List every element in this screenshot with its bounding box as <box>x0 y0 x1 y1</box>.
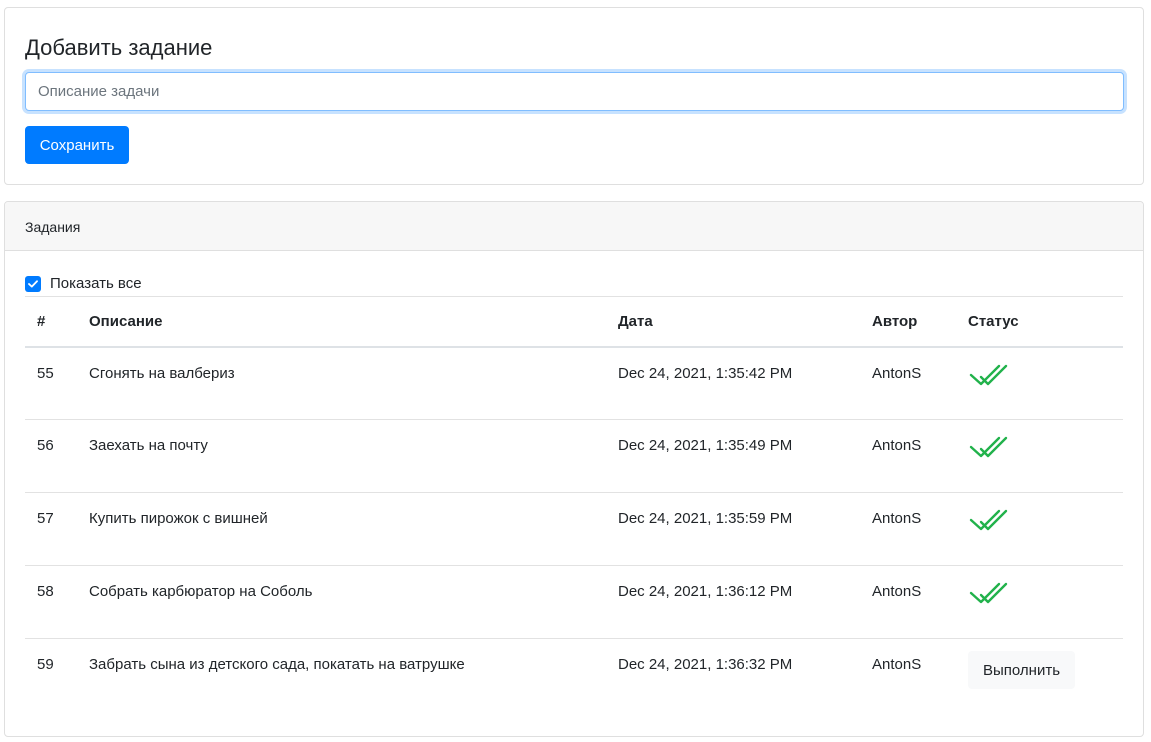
task-description: Сгонять на валбериз <box>77 346 606 420</box>
task-date: Dec 24, 2021, 1:35:59 PM <box>606 492 860 566</box>
column-header-description: Описание <box>77 296 606 348</box>
task-description: Купить пирожок с вишней <box>77 492 606 566</box>
show-all-toggle[interactable]: Показать все <box>25 275 142 292</box>
task-date: Dec 24, 2021, 1:35:42 PM <box>606 346 860 420</box>
task-description-input[interactable] <box>25 72 1124 111</box>
table-header-row: # Описание Дата Автор Статус <box>25 296 1123 348</box>
tasks-table: # Описание Дата Автор Статус 55 Сгонять н… <box>25 296 1123 712</box>
column-header-num: # <box>25 296 77 348</box>
double-check-icon <box>969 364 1008 385</box>
column-header-author: Автор <box>860 296 956 348</box>
task-author: AntonS <box>860 565 956 639</box>
task-status <box>956 346 1123 420</box>
check-icon <box>28 279 38 287</box>
double-check-icon <box>969 436 1008 458</box>
tasks-header-title: Задания <box>25 219 81 235</box>
column-header-status: Статус <box>956 296 1123 348</box>
task-status <box>956 565 1123 639</box>
table-row: 57 Купить пирожок с вишней Dec 24, 2021, 1… <box>25 492 1123 566</box>
task-author: AntonS <box>860 346 956 420</box>
task-status: Выполнить <box>956 639 1123 712</box>
double-check-icon <box>969 509 1008 531</box>
task-status <box>956 419 1123 493</box>
task-date: Dec 24, 2021, 1:36:32 PM <box>618 656 793 673</box>
task-num: 55 <box>25 346 77 420</box>
task-num: 57 <box>25 492 77 566</box>
task-date: Dec 24, 2021, 1:36:12 PM <box>606 565 860 639</box>
task-num: 59 <box>37 656 54 673</box>
add-task-card: Добавить задание Сохранить <box>4 7 1144 185</box>
double-check-icon <box>969 582 1008 604</box>
task-description: Заехать на почту <box>77 419 606 493</box>
table-row: 55 Сгонять на валбериз Dec 24, 2021, 1:35:… <box>25 346 1123 420</box>
show-all-checkbox[interactable] <box>25 275 41 292</box>
complete-task-button[interactable]: Выполнить <box>968 651 1075 689</box>
add-task-title: Добавить задание <box>25 35 213 60</box>
task-num: 58 <box>25 565 77 639</box>
task-author: AntonS <box>872 656 922 673</box>
show-all-label: Показать все <box>50 275 142 292</box>
task-author: AntonS <box>860 492 956 566</box>
tasks-card: Задания Показать все # Описание Дата Авт… <box>4 201 1144 737</box>
task-date: Dec 24, 2021, 1:35:49 PM <box>606 419 860 493</box>
table-row: 58 Собрать карбюратор на Соболь Dec 24, 20… <box>25 565 1123 639</box>
column-header-date: Дата <box>606 296 860 348</box>
task-author: AntonS <box>860 419 956 493</box>
table-row: 56 Заехать на почту Dec 24, 2021, 1:35:49 … <box>25 419 1123 493</box>
task-status <box>956 492 1123 566</box>
table-row: 59 Забрать сына из детского сада, покатат… <box>25 639 1123 712</box>
task-description: Собрать карбюратор на Соболь <box>77 565 606 639</box>
task-description: Забрать сына из детского сада, покатать … <box>89 656 465 673</box>
tasks-card-header: Задания <box>5 202 1143 251</box>
task-num: 56 <box>25 419 77 493</box>
save-button[interactable]: Сохранить <box>25 126 129 164</box>
